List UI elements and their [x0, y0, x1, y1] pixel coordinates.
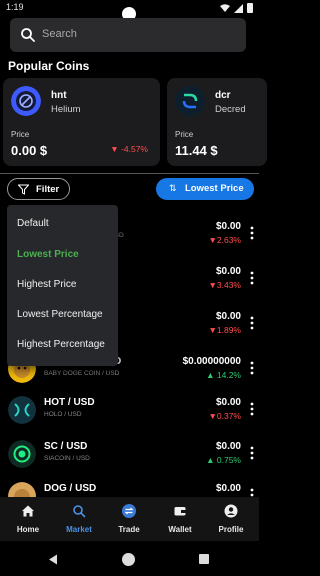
coin-change-value: 2.63%	[216, 235, 241, 245]
search-icon	[21, 28, 35, 42]
coin-change-value: 0.75%	[216, 455, 241, 465]
siacoin-logo-icon	[8, 440, 36, 468]
system-nav-bar	[0, 541, 259, 576]
filter-button[interactable]: Filter	[7, 178, 70, 200]
signal-icon	[234, 3, 243, 13]
search-bar[interactable]: Search	[10, 18, 246, 52]
price-value: 0.00 $	[11, 143, 48, 158]
price-change: ▼ -4.57%	[110, 144, 148, 154]
status-time: 1:19	[6, 2, 24, 12]
sort-option-default[interactable]: Default	[17, 218, 49, 229]
nav-label: Home	[16, 525, 40, 534]
price-label: Price	[11, 130, 30, 139]
coin-change: ▲ 0.75%	[206, 455, 241, 465]
coin-price: $0.00000000	[182, 356, 241, 367]
price-value: 11.44 $	[175, 143, 218, 158]
coin-change: ▼1.89%	[208, 325, 241, 335]
bottom-nav: Home Market Trade Wallet Profile	[0, 497, 259, 541]
more-icon[interactable]	[249, 271, 255, 285]
nav-item-home[interactable]: Home	[2, 497, 54, 541]
coin-change: ▼3.43%	[208, 280, 241, 290]
status-icons	[220, 3, 253, 13]
recent-apps-icon[interactable]	[199, 554, 209, 564]
sort-dropdown-menu: Default Lowest Price Highest Price Lowes…	[7, 205, 118, 366]
coin-price: $0.00	[215, 266, 241, 277]
coin-price: $0.00	[215, 397, 241, 408]
coin-price: $0.00	[215, 441, 241, 452]
coin-symbol: hnt	[51, 90, 67, 101]
coin-price: $0.00	[215, 311, 241, 322]
battery-icon	[247, 3, 253, 13]
nav-label: Profile	[218, 525, 244, 534]
helium-logo-icon	[11, 86, 41, 116]
search-input[interactable]: Search	[42, 28, 77, 40]
home-icon	[22, 505, 34, 517]
filter-icon	[18, 184, 29, 195]
coin-change: ▼0.37%	[208, 411, 241, 421]
coin-sub: BABY DOGE COIN / USD	[44, 370, 120, 377]
more-icon[interactable]	[249, 402, 255, 416]
coin-change-value: 14.2%	[216, 370, 241, 380]
coin-price: $0.00	[215, 221, 241, 232]
nav-item-profile[interactable]: Profile	[205, 497, 257, 541]
coin-change-value: 1.89%	[216, 325, 241, 335]
coin-sub: SIACOIN / USD	[44, 455, 90, 462]
coin-price: $0.00	[215, 483, 241, 494]
sort-option-lowest-price[interactable]: Lowest Price	[17, 249, 79, 260]
nav-item-wallet[interactable]: Wallet	[154, 497, 206, 541]
sort-option-lowest-percentage[interactable]: Lowest Percentage	[17, 309, 103, 320]
nav-item-trade[interactable]: Trade	[103, 497, 155, 541]
coin-pair: DOG / USD	[44, 483, 97, 494]
home-button-icon[interactable]	[122, 553, 135, 566]
coin-row[interactable]: HOT / USD HOLO / USD $0.00 ▼0.37%	[0, 390, 259, 430]
wallet-icon	[174, 507, 186, 516]
coin-symbol: dcr	[215, 90, 231, 101]
coin-change: ▼2.63%	[208, 235, 241, 245]
wifi-icon	[220, 4, 230, 12]
more-icon[interactable]	[249, 361, 255, 375]
price-change-value: -4.57%	[121, 144, 148, 154]
coin-name: Decred	[215, 104, 246, 115]
filter-label: Filter	[36, 184, 60, 195]
divider	[0, 173, 259, 174]
sort-label: Lowest Price	[185, 183, 244, 194]
popular-coin-card-dcr[interactable]: dcr Decred Price 11.44 $	[167, 78, 267, 166]
coin-sub: HOLO / USD	[44, 411, 82, 418]
more-icon[interactable]	[249, 446, 255, 460]
sort-option-highest-price[interactable]: Highest Price	[17, 279, 76, 290]
more-icon[interactable]	[249, 316, 255, 330]
popular-coin-card-hnt[interactable]: hnt Helium Price 0.00 $ ▼ -4.57%	[3, 78, 160, 166]
decred-logo-icon	[175, 86, 205, 116]
back-icon[interactable]	[48, 554, 58, 565]
coin-row[interactable]: SC / USD SIACOIN / USD $0.00 ▲ 0.75%	[0, 434, 259, 474]
nav-label: Wallet	[168, 525, 192, 534]
nav-item-market[interactable]: Market	[53, 497, 105, 541]
swap-icon	[122, 504, 136, 518]
coin-change-value: 3.43%	[216, 280, 241, 290]
coin-pair: HOT / USD	[44, 397, 95, 408]
sort-arrows-icon: ⇅	[169, 183, 177, 193]
section-title-popular: Popular Coins	[8, 59, 90, 73]
search-icon	[73, 505, 86, 518]
coin-change-value: 0.37%	[216, 411, 241, 421]
sort-button[interactable]: ⇅ Lowest Price	[156, 178, 254, 200]
coin-name: Helium	[51, 104, 81, 115]
holo-logo-icon	[8, 396, 36, 424]
sort-option-highest-percentage[interactable]: Highest Percentage	[17, 339, 105, 350]
price-label: Price	[175, 130, 194, 139]
nav-label: Trade	[118, 525, 140, 534]
more-icon[interactable]	[249, 226, 255, 240]
coin-pair: SC / USD	[44, 441, 88, 452]
profile-icon	[224, 504, 238, 518]
coin-change: ▲ 14.2%	[206, 370, 241, 380]
nav-label: Market	[66, 525, 92, 534]
